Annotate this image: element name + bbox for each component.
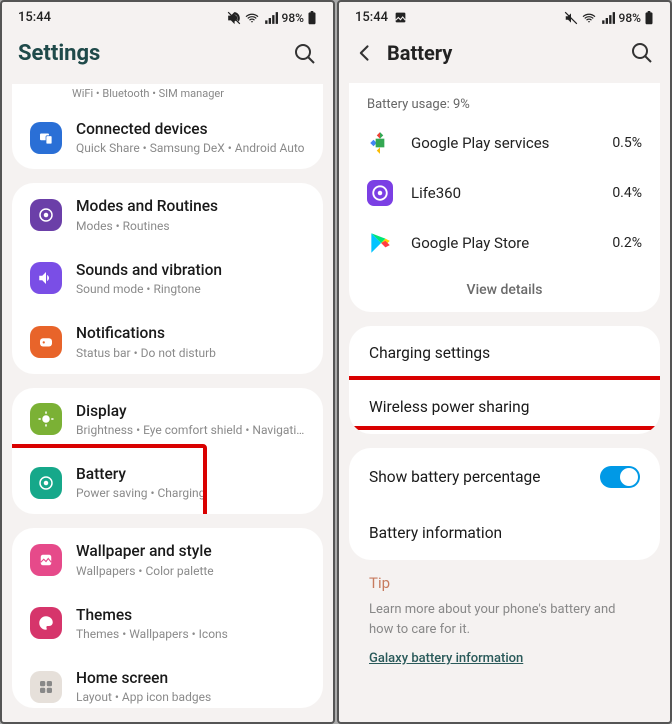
battery-icon [307, 11, 317, 25]
row-title: Connected devices [76, 120, 305, 139]
modes-icon [30, 199, 62, 231]
app-name: Google Play services [411, 134, 612, 152]
row-label: Charging settings [369, 344, 490, 362]
row-themes[interactable]: Themes Themes • Wallpapers • Icons [12, 592, 323, 655]
row-battery[interactable]: Battery Power saving • Charging [12, 451, 323, 514]
row-sub: Layout • App icon badges [76, 690, 305, 704]
themes-icon [30, 607, 62, 639]
row-title: Wallpaper and style [76, 542, 305, 561]
row-sub: Modes • Routines [76, 219, 305, 233]
page-title: Settings [18, 41, 293, 66]
app-pct: 0.5% [612, 135, 642, 151]
wifi-icon [581, 11, 597, 25]
row-sub: Quick Share • Samsung DeX • Android Auto [76, 141, 305, 155]
status-bar: 15:44 98% [339, 2, 670, 29]
battery-row-icon [30, 467, 62, 499]
signal-icon [600, 11, 616, 25]
app-icon-life360 [367, 180, 393, 206]
tip-title: Tip [369, 574, 640, 592]
wifi-icon [244, 11, 260, 25]
display-icon [30, 403, 62, 435]
battery-header: Battery [339, 29, 670, 83]
row-title: Themes [76, 606, 305, 625]
row-title: Battery [76, 465, 305, 484]
usage-label: Battery usage: 9% [349, 83, 660, 118]
row-show-battery-pct[interactable]: Show battery percentage [349, 448, 660, 506]
status-icons-right: 98% [227, 11, 317, 25]
view-details-button[interactable]: View details [349, 268, 660, 312]
tip-section: Tip Learn more about your phone's batter… [349, 574, 660, 686]
app-row-play-store[interactable]: Google Play Store 0.2% [349, 218, 660, 268]
wallpaper-icon [30, 544, 62, 576]
row-sub: Status bar • Do not disturb [76, 346, 305, 360]
row-modes-routines[interactable]: Modes and Routines Modes • Routines [12, 183, 323, 246]
app-pct: 0.4% [612, 185, 642, 201]
mute-icon [227, 11, 241, 25]
phone-battery: 15:44 98% Battery Battery usage: 9% Goog… [337, 0, 672, 724]
row-label: Battery information [369, 524, 502, 542]
tip-body: Learn more about your phone's battery an… [369, 600, 640, 639]
settings-header: Settings [2, 29, 333, 84]
search-icon[interactable] [630, 41, 654, 65]
row-title: Sounds and vibration [76, 261, 305, 280]
back-icon[interactable] [355, 43, 375, 63]
status-time: 15:44 [18, 10, 51, 25]
app-name: Life360 [411, 184, 612, 202]
peek-row: WiFi • Bluetooth • SIM manager [12, 84, 323, 106]
row-home-screen[interactable]: Home screen Layout • App icon badges [12, 655, 323, 708]
app-icon-play-store [367, 230, 393, 256]
row-display[interactable]: Display Brightness • Eye comfort shield •… [12, 388, 323, 451]
tip-link[interactable]: Galaxy battery information [369, 651, 523, 666]
row-title: Display [76, 402, 305, 421]
app-row-life360[interactable]: Life360 0.4% [349, 168, 660, 218]
signal-icon [263, 11, 279, 25]
search-icon[interactable] [293, 42, 317, 66]
row-sub: Power saving • Charging [76, 486, 305, 500]
row-wireless-power-sharing[interactable]: Wireless power sharing [349, 380, 660, 434]
row-battery-information[interactable]: Battery information [349, 506, 660, 560]
battery-icon [644, 11, 654, 25]
battery-pct: 98% [282, 11, 304, 25]
row-charging-settings[interactable]: Charging settings [349, 326, 660, 380]
row-sounds[interactable]: Sounds and vibration Sound mode • Rington… [12, 247, 323, 310]
row-title: Home screen [76, 669, 305, 688]
row-title: Modes and Routines [76, 197, 305, 216]
status-time: 15:44 [355, 10, 388, 25]
sound-icon [30, 262, 62, 294]
app-name: Google Play Store [411, 234, 612, 252]
page-title: Battery [387, 41, 630, 65]
row-sub: Wallpapers • Color palette [76, 564, 305, 578]
app-icon-play-services [367, 130, 393, 156]
row-sub: Brightness • Eye comfort shield • Naviga… [76, 423, 305, 437]
row-notifications[interactable]: Notifications Status bar • Do not disturb [12, 310, 323, 373]
connected-icon [30, 122, 62, 154]
home-icon [30, 671, 62, 703]
row-title: Notifications [76, 324, 305, 343]
app-pct: 0.2% [612, 235, 642, 251]
settings-list[interactable]: WiFi • Bluetooth • SIM manager Connected… [2, 84, 333, 722]
battery-content[interactable]: Battery usage: 9% Google Play services 0… [339, 83, 670, 722]
battery-pct: 98% [619, 11, 641, 25]
row-label: Wireless power sharing [369, 398, 529, 416]
toggle-show-pct[interactable] [600, 466, 640, 488]
row-wallpaper[interactable]: Wallpaper and style Wallpapers • Color pa… [12, 528, 323, 591]
app-row-play-services[interactable]: Google Play services 0.5% [349, 118, 660, 168]
image-indicator-icon [394, 11, 407, 24]
row-sub: Sound mode • Ringtone [76, 282, 305, 296]
phone-settings: 15:44 98% Settings WiFi • Bluetooth • SI… [0, 0, 335, 724]
status-bar: 15:44 98% [2, 2, 333, 29]
row-sub: Themes • Wallpapers • Icons [76, 627, 305, 641]
status-icons-right: 98% [564, 11, 654, 25]
mute-icon [564, 11, 578, 25]
row-connected-devices[interactable]: Connected devices Quick Share • Samsung … [12, 106, 323, 169]
row-label: Show battery percentage [369, 468, 540, 486]
notif-icon [30, 326, 62, 358]
